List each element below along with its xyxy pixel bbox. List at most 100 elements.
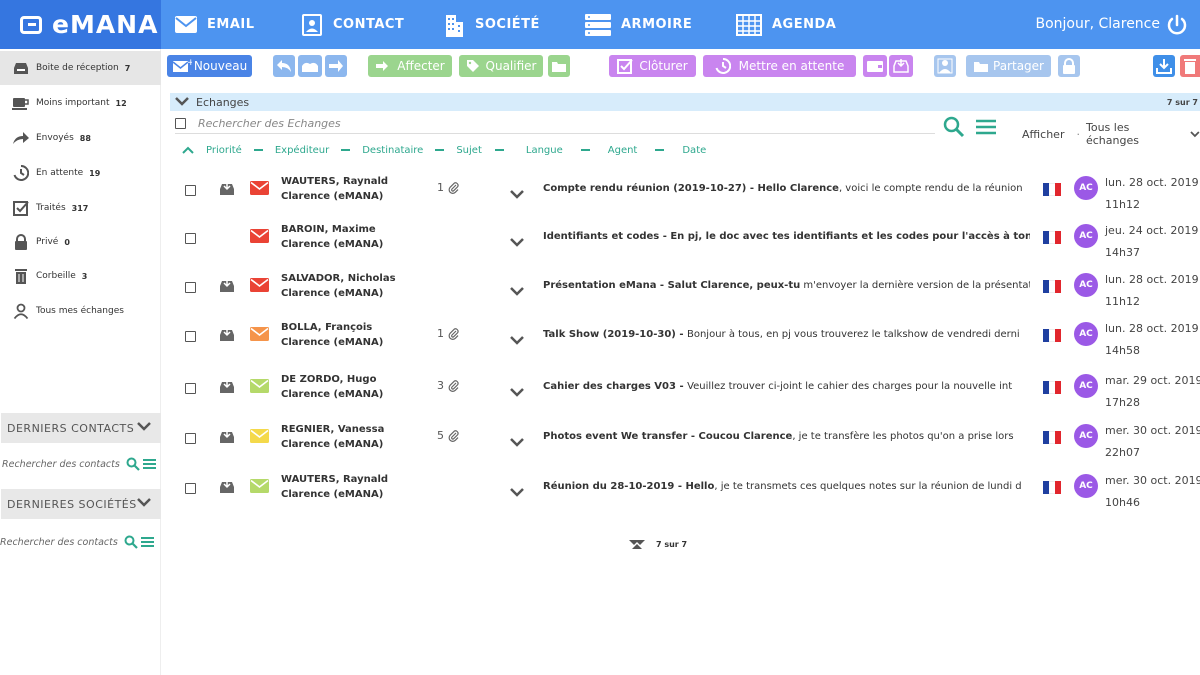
forward-button[interactable] <box>325 55 347 77</box>
agent-avatar[interactable]: AC <box>1074 474 1098 498</box>
french-flag-icon <box>1043 381 1061 394</box>
agent-avatar[interactable]: AC <box>1074 374 1098 398</box>
sort-subject[interactable]: Sujet <box>456 145 482 156</box>
attachment-count: 3 <box>437 379 444 392</box>
sidebar-item-trash[interactable]: Corbeille 3 <box>0 259 161 293</box>
share-button[interactable]: Partager <box>966 55 1051 77</box>
app-logo[interactable]: eMANA <box>0 0 161 49</box>
folder-button[interactable] <box>548 55 570 77</box>
agent-avatar[interactable]: AC <box>1074 424 1098 448</box>
menu-icon[interactable] <box>143 457 156 470</box>
download-button[interactable] <box>1153 55 1175 77</box>
sidebar-item-count: 19 <box>89 168 101 178</box>
exchange-row[interactable]: BOLLA, François Clarence (eMANA) 1 Talk … <box>170 314 1200 362</box>
sidebar-item-inbox[interactable]: Boite de réception 7 <box>0 51 161 85</box>
row-sender: REGNIER, Vanessa <box>281 424 385 435</box>
nav-societe[interactable]: SOCIÉTÉ <box>442 0 540 49</box>
chevron-down-icon[interactable] <box>137 497 151 510</box>
nav-armoire[interactable]: ARMOIRE <box>584 0 692 49</box>
assign-button[interactable]: Affecter <box>368 55 452 77</box>
agent-avatar[interactable]: AC <box>1074 224 1098 248</box>
sort-recipient[interactable]: Destinataire <box>362 145 423 156</box>
exchange-row[interactable]: WAUTERS, Raynald Clarence (eMANA) Réunio… <box>170 466 1200 514</box>
exchange-row[interactable]: BAROIN, Maxime Clarence (eMANA) Identifi… <box>170 216 1200 264</box>
row-subject: Photos event We transfer <box>543 431 688 442</box>
chevron-down-icon[interactable] <box>510 281 524 300</box>
filter-select[interactable]: · Tous les échanges <box>1076 121 1200 147</box>
sort-sender[interactable]: Expéditeur <box>275 145 329 156</box>
chevron-up-icon[interactable] <box>182 146 194 155</box>
agent-avatar[interactable]: AC <box>1074 273 1098 297</box>
chevron-down-icon[interactable] <box>175 96 189 110</box>
delete-button[interactable] <box>1180 55 1200 77</box>
row-recipient: Clarence (eMANA) <box>281 488 384 500</box>
sidebar-item-label: En attente <box>36 168 84 178</box>
search-icon[interactable] <box>124 535 138 549</box>
sort-date[interactable]: Date <box>682 145 706 156</box>
exchange-row[interactable]: WAUTERS, Raynald Clarence (eMANA) 1 Comp… <box>170 168 1200 216</box>
chevron-down-icon[interactable] <box>137 421 151 434</box>
chevron-down-icon[interactable] <box>510 382 524 401</box>
row-checkbox[interactable] <box>185 233 196 244</box>
sort-language[interactable]: Langue <box>526 145 563 156</box>
search-icon[interactable] <box>126 457 140 471</box>
nav-agenda[interactable]: AGENDA <box>735 0 836 49</box>
chevron-down-icon[interactable] <box>510 432 524 451</box>
sort-priority[interactable]: Priorité <box>206 145 242 156</box>
sidebar-item-less-important[interactable]: Moins important 12 <box>0 86 161 120</box>
exchange-row[interactable]: SALVADOR, Nicholas Clarence (eMANA) Prés… <box>170 265 1200 313</box>
exchange-row[interactable]: REGNIER, Vanessa Clarence (eMANA) 5 Phot… <box>170 416 1200 464</box>
lock-button[interactable] <box>1058 55 1080 77</box>
recent-contacts-header[interactable]: DERNIERS CONTACTS <box>1 413 161 443</box>
assign-button-label: Affecter <box>397 59 445 73</box>
pagination-arrows-icon[interactable] <box>628 539 646 550</box>
row-date: mer. 30 oct. 2019 10h46 <box>1105 470 1200 514</box>
exchanges-search-input[interactable]: Rechercher des Echanges <box>175 114 935 134</box>
exchanges-header[interactable]: Echanges 7 sur 7 <box>170 93 1200 111</box>
sidebar-item-all-exchanges[interactable]: Tous mes échanges <box>0 294 161 328</box>
exchange-row[interactable]: DE ZORDO, Hugo Clarence (eMANA) 3 Cahier… <box>170 366 1200 414</box>
agent-avatar[interactable]: AC <box>1074 322 1098 346</box>
row-date-day: lun. 28 oct. 2019 <box>1105 176 1199 189</box>
person-icon <box>11 301 31 321</box>
power-icon[interactable] <box>1166 14 1188 36</box>
qualify-button[interactable]: Qualifier <box>459 55 543 77</box>
show-label: Afficher <box>1022 127 1065 141</box>
archive-button[interactable] <box>863 55 887 77</box>
new-mail-icon: + <box>172 58 192 72</box>
agent-avatar[interactable]: AC <box>1074 176 1098 200</box>
recent-companies-header[interactable]: DERNIERES SOCIÉTÉS <box>1 489 161 519</box>
menu-icon[interactable] <box>976 119 996 135</box>
row-checkbox[interactable] <box>185 383 196 394</box>
contact-button[interactable] <box>934 55 956 77</box>
nav-email[interactable]: EMAIL <box>174 0 255 49</box>
close-exchange-button[interactable]: Clôturer <box>609 55 696 77</box>
sidebar-item-processed[interactable]: Traités 317 <box>0 191 161 225</box>
sidebar-item-sent[interactable]: Envoyés 88 <box>0 121 161 155</box>
row-checkbox[interactable] <box>185 185 196 196</box>
reply-button[interactable] <box>273 55 295 77</box>
sort-agent[interactable]: Agent <box>608 145 638 156</box>
row-checkbox[interactable] <box>185 483 196 494</box>
select-all-checkbox[interactable] <box>175 118 186 129</box>
new-button[interactable]: + Nouveau <box>167 55 252 77</box>
chevron-down-icon[interactable] <box>510 232 524 251</box>
row-checkbox[interactable] <box>185 282 196 293</box>
row-participants: REGNIER, Vanessa Clarence (eMANA) <box>281 423 384 452</box>
sidebar-item-private[interactable]: Privé 0 <box>0 225 161 259</box>
contacts-search-input[interactable]: Rechercher des contacts <box>2 454 160 474</box>
row-checkbox[interactable] <box>185 433 196 444</box>
search-icon[interactable] <box>943 116 965 138</box>
chevron-down-icon[interactable] <box>510 184 524 203</box>
sidebar-item-pending[interactable]: En attente 19 <box>0 156 161 190</box>
row-checkbox[interactable] <box>185 331 196 342</box>
nav-contact[interactable]: CONTACT <box>300 0 404 49</box>
chevron-down-icon[interactable] <box>510 330 524 349</box>
chevron-down-icon[interactable] <box>510 482 524 501</box>
inbox-download-button[interactable] <box>889 55 913 77</box>
companies-search-input[interactable]: Rechercher des contacts <box>0 532 158 552</box>
put-on-hold-button[interactable]: Mettre en attente <box>703 55 856 77</box>
row-subject: Cahier des charges V03 <box>543 381 676 392</box>
reply-all-button[interactable] <box>298 55 322 77</box>
menu-icon[interactable] <box>141 535 154 548</box>
